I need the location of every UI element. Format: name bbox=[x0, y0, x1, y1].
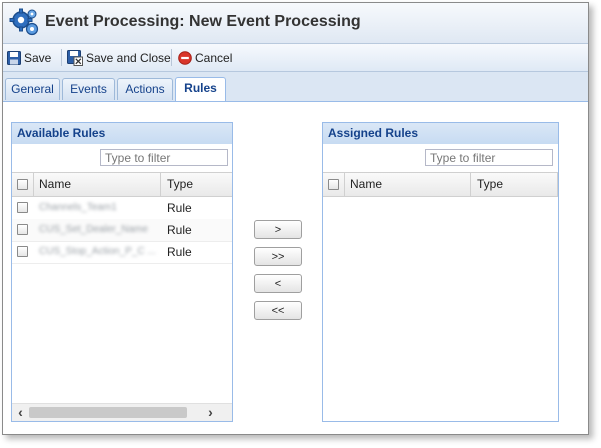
floppy-disk-close-icon bbox=[67, 50, 83, 66]
event-processing-window: Event Processing: New Event Processing S… bbox=[2, 2, 589, 435]
row-checkbox[interactable] bbox=[17, 202, 28, 213]
assigned-rules-panel: Assigned Rules Name Type bbox=[322, 122, 559, 422]
add-all-rules-button[interactable]: >> bbox=[254, 247, 302, 266]
rule-type: Rule bbox=[167, 223, 192, 237]
select-all-cell bbox=[12, 173, 34, 196]
gears-icon bbox=[9, 8, 39, 36]
chevron-right-icon[interactable]: › bbox=[202, 404, 219, 421]
save-and-close-button[interactable]: Save and Close bbox=[67, 49, 171, 67]
save-button[interactable]: Save bbox=[7, 49, 51, 67]
assigned-rules-title: Assigned Rules bbox=[323, 123, 558, 145]
select-all-checkbox[interactable] bbox=[328, 179, 339, 190]
table-row[interactable]: Channels_Team1 Rule bbox=[12, 197, 232, 220]
cancel-circle-icon bbox=[178, 51, 192, 65]
toolbar-separator bbox=[61, 49, 62, 66]
rule-name: CUS_Set_Dealer_Name bbox=[39, 224, 148, 235]
assigned-rules-filter-input[interactable] bbox=[425, 149, 553, 166]
title-bar: Event Processing: New Event Processing bbox=[3, 3, 588, 44]
remove-all-rules-button[interactable]: << bbox=[254, 301, 302, 320]
available-rules-panel: Available Rules Name Type Channels_Team1… bbox=[11, 122, 233, 422]
floppy-disk-icon bbox=[7, 51, 21, 65]
column-header-name[interactable]: Name bbox=[345, 173, 471, 196]
add-rule-button[interactable]: > bbox=[254, 220, 302, 239]
row-checkbox[interactable] bbox=[17, 224, 28, 235]
cancel-label: Cancel bbox=[195, 51, 233, 65]
available-rules-grid-header: Name Type bbox=[12, 173, 232, 197]
rule-name: Channels_Team1 bbox=[39, 202, 117, 213]
remove-rule-button[interactable]: < bbox=[254, 274, 302, 293]
table-row[interactable]: CUS_Stop_Action_P_C ... Rule bbox=[12, 241, 232, 264]
toolbar: Save Save and Close Cancel bbox=[3, 44, 588, 72]
tab-events[interactable]: Events bbox=[62, 78, 115, 100]
column-header-type[interactable]: Type bbox=[161, 173, 232, 196]
rule-name: CUS_Stop_Action_P_C ... bbox=[39, 246, 156, 257]
available-rules-filter-input[interactable] bbox=[100, 149, 228, 166]
select-all-checkbox[interactable] bbox=[17, 179, 28, 190]
tab-general[interactable]: General bbox=[5, 78, 60, 100]
table-row[interactable]: CUS_Set_Dealer_Name Rule bbox=[12, 219, 232, 242]
available-rules-title: Available Rules bbox=[12, 123, 232, 145]
horizontal-scrollbar[interactable]: ‹ › bbox=[12, 403, 232, 421]
cancel-button[interactable]: Cancel bbox=[178, 49, 232, 67]
column-header-name[interactable]: Name bbox=[34, 173, 161, 196]
save-and-close-label: Save and Close bbox=[86, 51, 171, 65]
chevron-left-icon[interactable]: ‹ bbox=[12, 404, 29, 421]
tab-rules[interactable]: Rules bbox=[175, 77, 226, 101]
assigned-rules-grid-header: Name Type bbox=[323, 173, 558, 197]
tab-actions[interactable]: Actions bbox=[117, 78, 173, 100]
rule-type: Rule bbox=[167, 201, 192, 215]
rule-type: Rule bbox=[167, 245, 192, 259]
scrollbar-thumb[interactable] bbox=[29, 407, 187, 418]
window-title: Event Processing: New Event Processing bbox=[45, 13, 361, 30]
save-label: Save bbox=[24, 51, 52, 65]
tab-strip: General Events Actions Rules bbox=[3, 72, 588, 102]
filter-bar bbox=[12, 144, 232, 173]
row-checkbox[interactable] bbox=[17, 246, 28, 257]
column-header-type[interactable]: Type bbox=[471, 173, 558, 196]
rules-tab-content: Available Rules Name Type Channels_Team1… bbox=[3, 102, 588, 434]
select-all-cell bbox=[323, 173, 345, 196]
toolbar-separator bbox=[171, 49, 172, 66]
filter-bar bbox=[323, 144, 558, 173]
